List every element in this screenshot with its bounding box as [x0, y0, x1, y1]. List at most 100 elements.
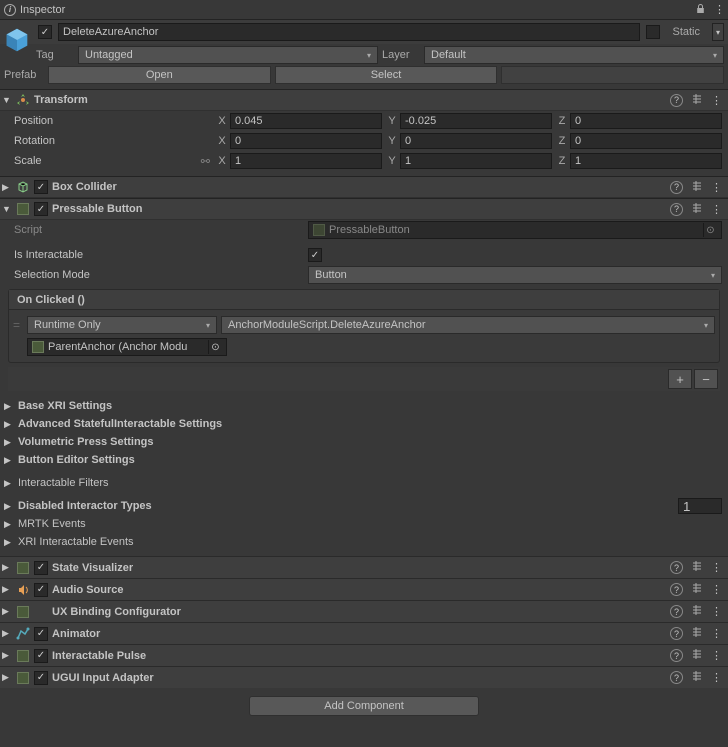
- chevron-down-icon: ▾: [367, 51, 371, 60]
- kebab-menu-icon[interactable]: ⋮: [711, 583, 722, 596]
- button-editor-foldout[interactable]: ▶Button Editor Settings: [0, 451, 728, 469]
- audio-source-header[interactable]: ▶ ✓ Audio Source ?⋮: [0, 578, 728, 600]
- scale-x-input[interactable]: [230, 153, 382, 169]
- help-icon[interactable]: ?: [670, 561, 683, 574]
- kebab-menu-icon[interactable]: ⋮: [711, 649, 722, 662]
- layer-dropdown[interactable]: Default▾: [424, 46, 724, 64]
- scale-y-input[interactable]: [400, 153, 552, 169]
- mrtk-events-foldout[interactable]: ▶MRTK Events: [0, 515, 728, 533]
- prefab-overrides-button[interactable]: [501, 66, 724, 84]
- help-icon[interactable]: ?: [670, 649, 683, 662]
- event-target-field[interactable]: ParentAnchor (Anchor Modu ⊙: [27, 338, 227, 356]
- help-icon[interactable]: ?: [670, 181, 683, 194]
- volumetric-foldout[interactable]: ▶Volumetric Press Settings: [0, 433, 728, 451]
- remove-event-button[interactable]: −: [694, 369, 718, 389]
- position-z-input[interactable]: [570, 113, 722, 129]
- preset-icon[interactable]: [691, 180, 703, 195]
- preset-icon[interactable]: [691, 626, 703, 641]
- scale-z-input[interactable]: [570, 153, 722, 169]
- interactable-pulse-header[interactable]: ▶ ✓ Interactable Pulse ?⋮: [0, 644, 728, 666]
- enabled-checkbox[interactable]: ✓: [34, 671, 48, 685]
- help-icon[interactable]: ?: [670, 583, 683, 596]
- selection-mode-dropdown[interactable]: Button▾: [308, 266, 722, 284]
- foldout-icon[interactable]: ▼: [2, 204, 12, 214]
- foldout-icon[interactable]: ▶: [2, 606, 12, 617]
- object-picker-icon[interactable]: ⊙: [208, 340, 222, 354]
- help-icon[interactable]: ?: [670, 203, 683, 216]
- preset-icon[interactable]: [691, 648, 703, 663]
- enabled-checkbox[interactable]: ✓: [34, 561, 48, 575]
- ugui-adapter-header[interactable]: ▶ ✓ UGUI Input Adapter ?⋮: [0, 666, 728, 688]
- onclicked-event: On Clicked () = Runtime Only▾ AnchorModu…: [8, 289, 720, 363]
- foldout-icon[interactable]: ▶: [2, 650, 12, 661]
- enabled-checkbox[interactable]: ✓: [34, 627, 48, 641]
- kebab-menu-icon[interactable]: ⋮: [711, 561, 722, 574]
- animator-header[interactable]: ▶ ✓ Animator ?⋮: [0, 622, 728, 644]
- runtime-dropdown[interactable]: Runtime Only▾: [27, 316, 217, 334]
- foldout-icon[interactable]: ▶: [2, 628, 12, 639]
- foldout-icon[interactable]: ▼: [2, 95, 12, 105]
- help-icon[interactable]: ?: [670, 627, 683, 640]
- is-interactable-checkbox[interactable]: ✓: [308, 248, 322, 262]
- foldout-icon[interactable]: ▶: [2, 672, 12, 683]
- help-icon[interactable]: ?: [670, 671, 683, 684]
- pressable-title: Pressable Button: [52, 203, 666, 215]
- foldout-icon: ▶: [4, 419, 14, 430]
- enabled-checkbox[interactable]: ✓: [34, 583, 48, 597]
- preset-icon[interactable]: [691, 93, 703, 108]
- static-checkbox[interactable]: [646, 25, 660, 39]
- pressable-enabled-checkbox[interactable]: ✓: [34, 202, 48, 216]
- gameobject-icon[interactable]: [2, 25, 32, 55]
- preset-icon[interactable]: [691, 202, 703, 217]
- add-component-button[interactable]: Add Component: [249, 696, 479, 716]
- state-visualizer-header[interactable]: ▶ ✓ State Visualizer ?⋮: [0, 556, 728, 578]
- preset-icon[interactable]: [691, 670, 703, 685]
- kebab-menu-icon[interactable]: ⋮: [711, 671, 722, 684]
- rotation-x-input[interactable]: [230, 133, 382, 149]
- position-y-input[interactable]: [400, 113, 552, 129]
- disabled-interactor-count[interactable]: [678, 498, 722, 514]
- rotation-y-input[interactable]: [400, 133, 552, 149]
- method-dropdown[interactable]: AnchorModuleScript.DeleteAzureAnchor▾: [221, 316, 715, 334]
- ux-binding-header[interactable]: ▶ UX Binding Configurator ?⋮: [0, 600, 728, 622]
- position-x-input[interactable]: [230, 113, 382, 129]
- kebab-menu-icon[interactable]: ⋮: [711, 605, 722, 618]
- adv-stateful-foldout[interactable]: ▶Advanced StatefulInteractable Settings: [0, 415, 728, 433]
- box-collider-enabled-checkbox[interactable]: ✓: [34, 180, 48, 194]
- static-dropdown[interactable]: ▾: [712, 23, 724, 41]
- foldout-icon[interactable]: ▶: [2, 584, 12, 595]
- foldout-icon[interactable]: ▶: [2, 562, 12, 573]
- active-checkbox[interactable]: ✓: [38, 25, 52, 39]
- interactable-filters-foldout[interactable]: ▶Interactable Filters: [0, 474, 728, 492]
- kebab-menu-icon[interactable]: ⋮: [711, 627, 722, 640]
- position-row: Position X Y Z: [0, 111, 728, 131]
- kebab-menu-icon[interactable]: ⋮: [711, 94, 722, 107]
- preset-icon[interactable]: [691, 582, 703, 597]
- disabled-interactor-foldout[interactable]: ▶Disabled Interactor Types: [0, 497, 728, 515]
- kebab-menu-icon[interactable]: ⋮: [714, 3, 724, 17]
- help-icon[interactable]: ?: [670, 605, 683, 618]
- gameobject-name-input[interactable]: [58, 23, 640, 41]
- box-collider-header[interactable]: ▶ ✓ Box Collider ? ⋮: [0, 176, 728, 198]
- prefab-select-button[interactable]: Select: [275, 66, 498, 84]
- preset-icon[interactable]: [691, 560, 703, 575]
- preset-icon[interactable]: [691, 604, 703, 619]
- kebab-menu-icon[interactable]: ⋮: [711, 203, 722, 216]
- enabled-checkbox[interactable]: ✓: [34, 649, 48, 663]
- drag-handle-icon[interactable]: =: [13, 318, 23, 332]
- script-icon: [16, 671, 30, 685]
- object-picker-icon[interactable]: ⊙: [703, 223, 717, 237]
- foldout-icon[interactable]: ▶: [2, 182, 12, 193]
- base-xri-foldout[interactable]: ▶Base XRI Settings: [0, 397, 728, 415]
- lock-icon[interactable]: [695, 3, 706, 17]
- pressable-button-header[interactable]: ▼ ✓ Pressable Button ? ⋮: [0, 198, 728, 220]
- tag-dropdown[interactable]: Untagged▾: [78, 46, 378, 64]
- constrain-icon[interactable]: ⚯: [201, 155, 210, 168]
- prefab-open-button[interactable]: Open: [48, 66, 271, 84]
- help-icon[interactable]: ?: [670, 94, 683, 107]
- rotation-z-input[interactable]: [570, 133, 722, 149]
- kebab-menu-icon[interactable]: ⋮: [711, 181, 722, 194]
- xri-events-foldout[interactable]: ▶XRI Interactable Events: [0, 533, 728, 551]
- transform-header[interactable]: ▼ Transform ? ⋮: [0, 89, 728, 111]
- add-event-button[interactable]: +: [668, 369, 692, 389]
